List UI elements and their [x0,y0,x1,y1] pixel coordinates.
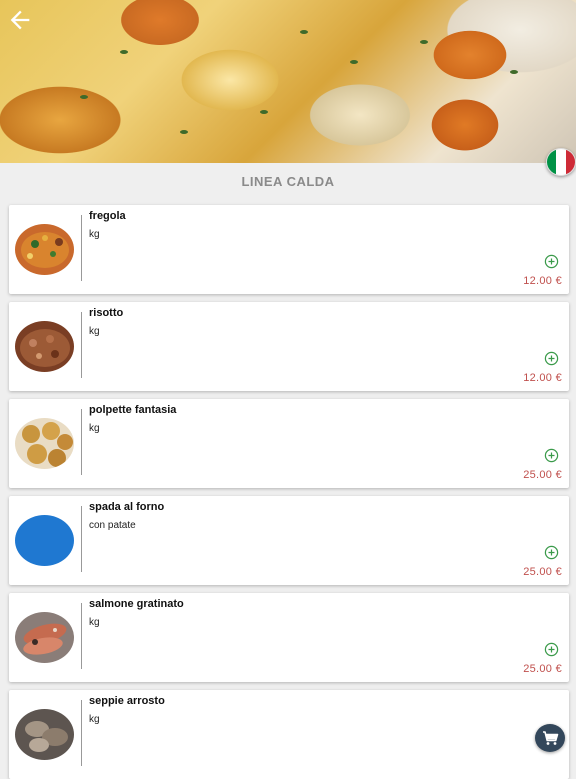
product-card[interactable]: risotto kg 12.00 € [9,302,569,391]
product-description: kg [89,229,100,240]
plus-circle-icon [544,448,559,463]
product-price: 25.00 € [523,469,562,481]
hero-food-image [0,0,576,163]
product-photo [15,321,74,372]
product-description: kg [89,423,100,434]
add-to-cart-button[interactable] [544,642,559,657]
product-price: 25.00 € [523,663,562,675]
plus-circle-icon [544,545,559,560]
product-photo [15,224,74,275]
product-photo [15,709,74,760]
product-card[interactable]: polpette fantasia kg 25.00 € [9,399,569,488]
italian-flag-icon [547,149,557,175]
section-title: LINEA CALDA [241,174,335,189]
arrow-left-icon [10,10,30,30]
plus-circle-icon [544,642,559,657]
product-card[interactable]: spada al forno con patate 25.00 € [9,496,569,585]
language-flag-button[interactable] [546,148,576,176]
product-price: 12.00 € [523,372,562,384]
product-description: kg [89,714,100,725]
plus-circle-icon [544,351,559,366]
plus-circle-icon [544,254,559,269]
add-to-cart-button[interactable] [544,351,559,366]
add-to-cart-button[interactable] [544,545,559,560]
cart-button[interactable] [535,724,565,752]
product-name: spada al forno [89,501,165,513]
product-price: 25.00 € [523,566,562,578]
back-button[interactable] [6,6,34,34]
add-to-cart-button[interactable] [544,448,559,463]
product-name: seppie arrosto [89,695,165,707]
product-description: con patate [89,520,136,531]
shopping-cart-icon [543,731,559,745]
product-description: kg [89,617,100,628]
product-price: 12.00 € [523,275,562,287]
product-name: fregola [89,210,126,222]
product-photo [15,612,74,663]
product-name: salmone gratinato [89,598,184,610]
add-to-cart-button[interactable] [544,254,559,269]
product-card[interactable]: fregola kg 12.00 € [9,205,569,294]
product-photo [15,418,74,469]
product-photo-placeholder [15,515,74,566]
product-name: polpette fantasia [89,404,177,416]
product-description: kg [89,326,100,337]
product-name: risotto [89,307,124,319]
product-card[interactable]: seppie arrosto kg [9,690,569,779]
product-card[interactable]: salmone gratinato kg 25.00 € [9,593,569,682]
